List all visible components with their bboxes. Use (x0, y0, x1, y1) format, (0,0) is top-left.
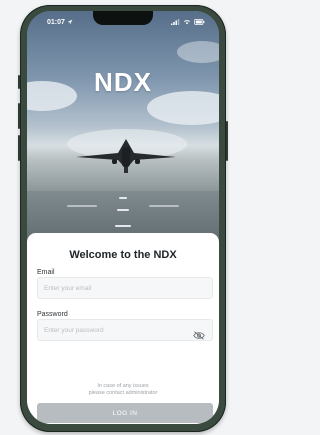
runway-stripe (67, 205, 97, 207)
cellular-signal-icon (171, 19, 180, 25)
battery-icon (194, 19, 205, 25)
help-line-2: please contact administrator (88, 390, 158, 396)
hero-background (27, 11, 219, 251)
volume-up-button (18, 103, 20, 129)
email-field[interactable] (37, 277, 213, 299)
location-arrow-icon (67, 19, 73, 25)
power-button (226, 121, 228, 161)
email-label: Email (37, 269, 55, 276)
mute-switch (18, 75, 20, 89)
login-button[interactable]: LOG IN (37, 403, 213, 423)
status-bar: 01:07 (27, 11, 219, 33)
welcome-title: Welcome to the NDX (69, 249, 177, 261)
eye-slash-icon[interactable] (193, 331, 205, 340)
wifi-icon (184, 20, 190, 25)
airplane-image (76, 139, 176, 173)
runway-stripe (149, 205, 179, 207)
volume-down-button (18, 135, 20, 161)
phone-screen: 01:07 NDX Welcome to the NDX Email Passw… (27, 11, 219, 424)
password-label: Password (37, 311, 68, 318)
help-text: In case of any issues please contact adm… (27, 383, 219, 397)
status-time: 01:07 (47, 18, 65, 26)
cloud-shape (177, 41, 219, 63)
runway-stripe (119, 197, 127, 199)
runway-stripe (117, 209, 129, 211)
help-line-1: In case of any issues (97, 383, 149, 389)
app-logo: NDX (94, 67, 152, 97)
runway-stripe (115, 225, 131, 227)
password-field[interactable] (37, 319, 213, 341)
login-sheet: Welcome to the NDX Email Password In cas… (27, 233, 219, 424)
